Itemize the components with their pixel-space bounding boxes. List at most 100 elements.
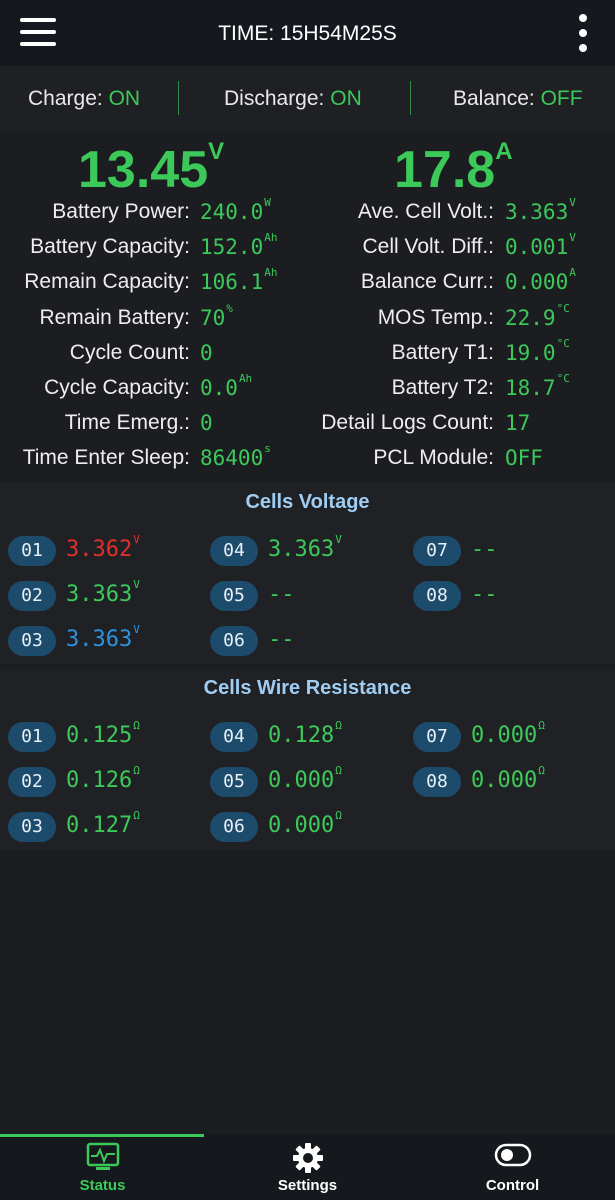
gear-icon <box>292 1143 323 1173</box>
discharge-label: Discharge: <box>224 87 325 110</box>
right-info-row: Detail Logs Count: <box>0 411 494 441</box>
value-text: OFF <box>505 446 543 471</box>
value-text: 3.362 <box>66 537 133 562</box>
value-text: 3.363 <box>268 537 335 562</box>
top-app-bar: TIME: 15H54M25S <box>0 0 615 66</box>
cell-value: 3.362V <box>66 533 140 562</box>
cell-number-badge: 04 <box>210 722 258 752</box>
nav-control-tab[interactable]: Control <box>410 1134 615 1200</box>
nav-status-label: Status <box>79 1177 126 1194</box>
current-unit: A <box>495 138 513 165</box>
balance-value: OFF <box>540 87 583 110</box>
value-unit: V <box>133 578 140 591</box>
toggle-switch-icon <box>494 1143 531 1167</box>
value-text: 0.126 <box>66 768 133 793</box>
monitor-pulse-icon <box>86 1142 119 1170</box>
info-label: Cell Volt. Diff.: <box>362 235 495 259</box>
cell-value: -- <box>268 627 295 652</box>
cell-value: -- <box>471 537 498 562</box>
nav-control-label: Control <box>485 1177 540 1194</box>
info-label: Detail Logs Count: <box>321 411 494 435</box>
balance-label: Balance: <box>453 87 535 110</box>
value-text: -- <box>268 627 295 652</box>
value-unit: Ω <box>133 764 140 777</box>
current-value: 17.8 <box>394 141 496 199</box>
voltage-value: 13.45 <box>78 141 209 199</box>
cell-number-badge: 02 <box>8 581 56 611</box>
cell-value: 0.000Ω <box>471 764 545 793</box>
value-text: 3.363 <box>66 627 133 652</box>
cell-value: 0.000Ω <box>268 764 342 793</box>
value-text: 18.7 <box>505 376 556 400</box>
balance-status: Balance: OFF <box>453 87 583 111</box>
cell-number-badge: 01 <box>8 536 56 566</box>
value-text: 0.000 <box>471 723 538 748</box>
divider <box>410 81 411 115</box>
active-tab-indicator <box>0 1134 204 1137</box>
cell-number-badge: 02 <box>8 767 56 797</box>
value-text: 0.000 <box>471 768 538 793</box>
right-info-row: MOS Temp.: <box>0 306 494 336</box>
value-text: 0.128 <box>268 723 335 748</box>
cell-value: -- <box>268 582 295 607</box>
right-info-row: Balance Curr.: <box>0 270 494 300</box>
value-unit: °C <box>556 301 570 315</box>
charge-status: Charge: ON <box>28 87 140 111</box>
more-vertical-icon[interactable] <box>577 14 589 52</box>
value-unit: °C <box>556 372 570 385</box>
cell-number-badge: 06 <box>210 812 258 842</box>
cell-number-badge: 06 <box>210 626 258 656</box>
right-info-row: Ave. Cell Volt.: <box>0 200 494 230</box>
value-unit: Ω <box>538 719 545 732</box>
info-label: Balance Curr.: <box>360 270 494 294</box>
right-info-row: Cell Volt. Diff.: <box>0 235 495 265</box>
cell-value: 0.127Ω <box>66 809 140 838</box>
value-unit: Ω <box>335 764 342 777</box>
value-text: 3.363 <box>66 582 133 607</box>
info-label: PCL Module: <box>373 446 494 470</box>
value-unit: V <box>569 196 576 209</box>
value-text: 0.000 <box>268 768 335 793</box>
info-value: 19.0°C <box>505 337 570 365</box>
cell-number-badge: 05 <box>210 581 258 611</box>
battery-voltage-reading: 13.45V <box>78 138 224 200</box>
value-unit: Ω <box>538 764 545 777</box>
cell-number-badge: 08 <box>413 581 461 611</box>
cells-voltage-title: Cells Voltage <box>245 491 370 513</box>
info-value: 22.9°C <box>505 302 570 330</box>
value-text: 0.000 <box>505 270 569 295</box>
nav-status-tab[interactable]: Status <box>0 1134 205 1200</box>
cell-value: 0.125Ω <box>66 719 140 748</box>
right-info-row: Battery T2: <box>0 376 494 406</box>
cell-number-badge: 07 <box>413 722 461 752</box>
info-label: Ave. Cell Volt.: <box>357 200 494 223</box>
cell-number-badge: 03 <box>8 626 56 656</box>
value-text: 22.9 <box>505 305 556 330</box>
value-unit: V <box>133 623 140 636</box>
nav-settings-label: Settings <box>277 1177 338 1194</box>
nav-settings-tab[interactable]: Settings <box>205 1134 410 1200</box>
info-label: Battery T2: <box>391 376 494 399</box>
discharge-status: Discharge: ON <box>224 87 362 111</box>
info-value: 18.7°C <box>505 372 570 400</box>
cell-value: -- <box>471 582 498 607</box>
value-text: 3.363 <box>505 200 569 224</box>
divider <box>178 81 179 115</box>
cell-number-badge: 07 <box>413 536 461 566</box>
value-unit: Ω <box>335 719 342 732</box>
value-text: 0.000 <box>268 813 335 838</box>
cell-value: 3.363V <box>66 623 140 652</box>
cell-value: 0.000Ω <box>471 719 545 748</box>
discharge-value: ON <box>330 87 362 110</box>
cell-value: 3.363V <box>268 533 342 562</box>
cell-value: 0.000Ω <box>268 809 342 838</box>
cells-resistance-title: Cells Wire Resistance <box>203 677 412 699</box>
cell-number-badge: 05 <box>210 767 258 797</box>
bottom-navigation: Status Settings Control <box>0 1134 615 1200</box>
value-unit: °C <box>556 336 570 350</box>
charge-label: Charge: <box>28 87 103 110</box>
cell-number-badge: 04 <box>210 536 258 566</box>
info-value: 17 <box>505 411 530 435</box>
charge-value: ON <box>108 87 141 110</box>
value-text: 0.127 <box>66 813 133 838</box>
